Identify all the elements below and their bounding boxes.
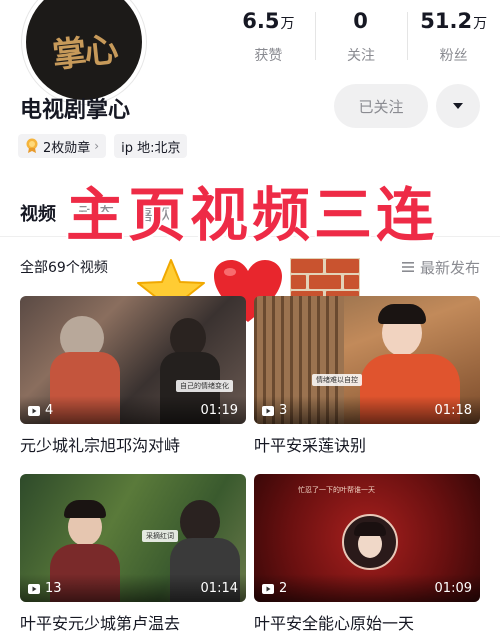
tab-videos[interactable]: 视频 xyxy=(20,200,56,226)
video-duration: 01:14 xyxy=(200,581,238,596)
stat-following[interactable]: 0 关注 xyxy=(314,8,408,68)
stat-followers-value: 51.2 xyxy=(420,9,473,33)
play-icon xyxy=(262,405,274,416)
profile-stats: 6.5万 获赞 0 关注 51.2万 粉丝 xyxy=(222,8,500,68)
medal-icon xyxy=(26,138,38,153)
video-play-count: 2 xyxy=(279,581,288,596)
stat-likes-value: 6.5 xyxy=(242,9,280,33)
badges-label: 2枚勋章 xyxy=(43,140,91,156)
sort-icon xyxy=(401,262,414,272)
video-card[interactable]: 情绪难以自控 3 01:18 叶平安采莲诀别 xyxy=(254,296,480,456)
stat-following-label: 关注 xyxy=(347,48,375,64)
following-button[interactable]: 已关注 xyxy=(334,84,428,128)
video-caption: 自己的情绪变化 xyxy=(176,380,233,392)
stat-likes-unit: 万 xyxy=(280,16,295,32)
video-play-count: 13 xyxy=(45,581,62,596)
video-caption: 采摘红词 xyxy=(142,530,178,542)
video-title[interactable]: 元少城礼宗旭邛沟对峙 xyxy=(20,432,246,456)
play-icon xyxy=(28,583,40,594)
video-count: 全部69个视频 xyxy=(20,260,108,276)
video-card[interactable]: 自己的情绪变化 4 01:19 元少城礼宗旭邛沟对峙 xyxy=(20,296,246,456)
stat-followers-label: 粉丝 xyxy=(439,48,468,64)
video-thumbnail[interactable]: 自己的情绪变化 4 01:19 xyxy=(20,296,246,424)
stat-followers[interactable]: 51.2万 粉丝 xyxy=(407,8,500,68)
profile-name: 电视剧掌心 xyxy=(20,98,131,123)
video-duration: 01:09 xyxy=(434,581,472,596)
profile-chips: 2枚勋章 › ip 地:北京 xyxy=(18,134,188,158)
stat-likes-label: 获赞 xyxy=(254,48,283,64)
video-card[interactable]: 忙忍了一下的叶帮谁一天 2 01:09 叶平安全能心原始一天 xyxy=(254,474,480,634)
caret-down-icon xyxy=(453,103,463,109)
chevron-right-icon: › xyxy=(94,139,100,153)
video-title[interactable]: 叶平安全能心原始一天 xyxy=(254,610,480,634)
video-card[interactable]: 采摘红词 13 01:14 叶平安元少城第卢温去 xyxy=(20,474,246,634)
video-title[interactable]: 叶平安采莲诀别 xyxy=(254,432,480,456)
video-duration: 01:18 xyxy=(434,403,472,418)
play-icon xyxy=(262,583,274,594)
video-thumbnail[interactable]: 情绪难以自控 3 01:18 xyxy=(254,296,480,424)
video-thumbnail[interactable]: 忙忍了一下的叶帮谁一天 2 01:09 xyxy=(254,474,480,602)
sort-button[interactable]: 最新发布 xyxy=(401,257,480,278)
stat-likes[interactable]: 6.5万 获赞 xyxy=(222,8,315,68)
video-caption: 情绪难以自控 xyxy=(312,374,362,386)
badges-chip[interactable]: 2枚勋章 › xyxy=(18,134,107,158)
more-options-button[interactable] xyxy=(436,84,480,128)
avatar-logo-text: 掌心 xyxy=(50,29,119,76)
play-icon xyxy=(28,405,40,416)
video-play-count: 4 xyxy=(45,403,54,418)
stat-following-value: 0 xyxy=(353,9,368,33)
video-caption: 忙忍了一下的叶帮谁一天 xyxy=(298,486,375,494)
stat-followers-unit: 万 xyxy=(473,16,488,32)
ip-location-label: ip 地:北京 xyxy=(121,140,181,156)
ip-location-chip: ip 地:北京 xyxy=(114,134,188,158)
video-thumbnail[interactable]: 采摘红词 13 01:14 xyxy=(20,474,246,602)
video-duration: 01:19 xyxy=(200,403,238,418)
avatar[interactable]: 掌心 xyxy=(22,0,146,104)
overlay-title: 主页视频三连 xyxy=(66,181,439,249)
sort-label: 最新发布 xyxy=(419,258,480,277)
video-play-count: 3 xyxy=(279,403,288,418)
video-title[interactable]: 叶平安元少城第卢温去 xyxy=(20,610,246,634)
